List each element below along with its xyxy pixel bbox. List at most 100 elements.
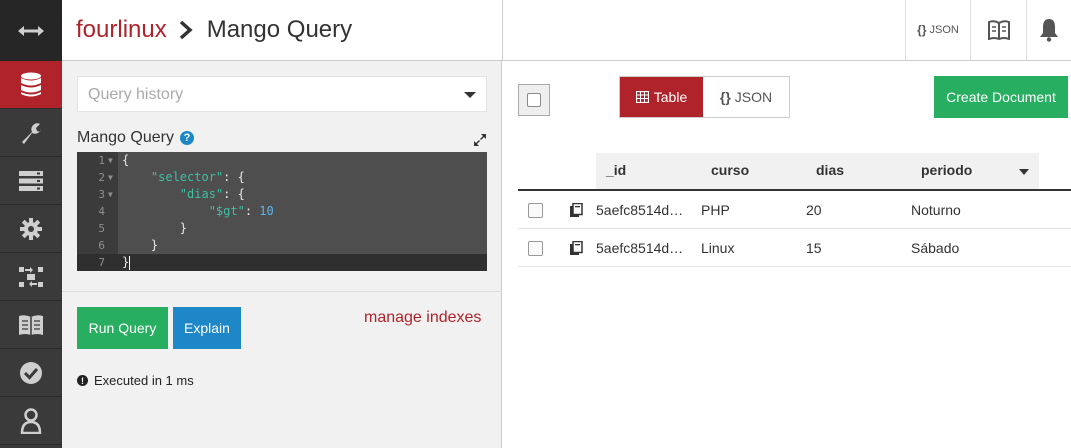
api-url-json-label: JSON — [929, 24, 959, 36]
code-token: { — [122, 153, 130, 167]
tab-table-label: Table — [653, 89, 688, 105]
query-history-select[interactable]: Query history — [77, 76, 487, 112]
notifications-button[interactable] — [1026, 0, 1071, 60]
book-icon — [19, 314, 43, 335]
tab-json-label: JSON — [734, 89, 773, 105]
query-code-editor[interactable]: 1 ▼ { 2 ▼ "selector": { 3 ▼ "dias": { 4 … — [77, 152, 487, 271]
query-history-placeholder: Query history — [88, 86, 184, 103]
nav-rail — [0, 0, 62, 448]
line-number: 5 — [98, 222, 105, 235]
tab-json-view[interactable]: {} JSON — [703, 77, 789, 117]
docs-button[interactable] — [970, 0, 1026, 60]
cell-periodo: Sábado — [911, 240, 960, 256]
nav-item-documentation[interactable] — [0, 301, 62, 349]
code-token: : { — [223, 170, 245, 184]
column-header[interactable]: curso — [711, 162, 749, 178]
line-number: 1 — [98, 154, 105, 167]
tab-table-view[interactable]: Table — [620, 77, 703, 117]
editor-line: 5 } — [77, 220, 487, 237]
explain-button[interactable]: Explain — [173, 307, 241, 349]
code-token: } — [179, 221, 188, 235]
nav-item-configuration[interactable] — [0, 205, 62, 253]
check-circle-icon — [20, 361, 42, 384]
user-icon — [20, 407, 42, 434]
expand-editor-icon[interactable] — [473, 133, 487, 152]
server-icon — [19, 170, 43, 191]
page-title: Mango Query — [206, 16, 353, 43]
line-number: 4 — [98, 205, 105, 218]
cell-dias: 15 — [806, 240, 822, 256]
row-checkbox[interactable] — [528, 241, 543, 256]
view-toggle: Table {} JSON — [619, 76, 790, 118]
column-header[interactable]: dias — [816, 162, 844, 178]
code-token: : { — [223, 187, 245, 201]
nav-item-setup[interactable] — [0, 109, 62, 157]
code-token: } — [122, 255, 130, 269]
cell-dias: 20 — [806, 202, 822, 218]
bell-icon — [1040, 19, 1058, 42]
caret-down-icon — [464, 92, 476, 98]
line-number: 7 — [98, 256, 105, 269]
api-url-json-button[interactable]: {} JSON — [905, 0, 970, 60]
create-document-button[interactable]: Create Document — [934, 76, 1068, 118]
breadcrumb: fourlinux Mango Query — [76, 16, 352, 44]
column-header[interactable]: _id — [606, 162, 626, 178]
braces-icon: {} — [917, 23, 927, 37]
results-panel: Table {} JSON Create Document _id curso … — [503, 61, 1071, 448]
gear-icon — [20, 217, 42, 240]
fold-arrow-icon[interactable]: ▼ — [108, 152, 113, 169]
editor-line: 4 "$gt": 10 — [77, 203, 487, 220]
run-query-button[interactable]: Run Query — [77, 307, 168, 349]
table-header: _id curso dias periodo — [596, 153, 1039, 189]
query-panel: Query history Mango Query ? 1 ▼ { 2 ▼ "s… — [62, 61, 502, 448]
code-token: "dias" — [179, 187, 224, 201]
replication-icon — [19, 266, 43, 287]
manage-indexes-link[interactable]: manage indexes — [364, 309, 481, 327]
code-token: "selector" — [150, 170, 224, 184]
select-all-checkbox[interactable] — [527, 93, 541, 107]
execution-status-text: Executed in 1 ms — [94, 373, 194, 388]
nav-item-databases[interactable] — [0, 61, 62, 109]
wrench-icon — [22, 122, 41, 144]
nav-item-verify[interactable] — [0, 349, 62, 397]
nav-item-replication[interactable] — [0, 253, 62, 301]
toggle-nav-button[interactable] — [0, 0, 62, 61]
column-header[interactable]: periodo — [921, 162, 972, 178]
editor-line: 6 } — [77, 237, 487, 254]
editor-line: 3 ▼ "dias": { — [77, 186, 487, 203]
fold-arrow-icon[interactable]: ▼ — [108, 186, 113, 203]
table-row[interactable]: 5aefc8514d… PHP 20 Noturno — [518, 191, 1071, 229]
nav-item-active-tasks[interactable] — [0, 157, 62, 205]
book-icon — [987, 20, 1010, 40]
row-checkbox[interactable] — [528, 203, 543, 218]
select-all-toggle[interactable] — [518, 84, 550, 116]
table-row[interactable]: 5aefc8514d… Linux 15 Sábado — [518, 229, 1071, 267]
cell-curso: PHP — [701, 202, 730, 218]
cell-id: 5aefc8514d… — [596, 240, 684, 256]
mango-query-label: Mango Query ? — [77, 129, 194, 147]
execution-status: ! Executed in 1 ms — [77, 373, 194, 388]
breadcrumb-database-link[interactable]: fourlinux — [76, 16, 167, 44]
code-token: } — [150, 238, 159, 252]
braces-icon: {} — [719, 89, 731, 105]
table-icon — [635, 91, 649, 103]
nav-item-user[interactable] — [0, 397, 62, 445]
fold-arrow-icon[interactable]: ▼ — [108, 169, 113, 186]
text-cursor — [129, 255, 131, 270]
help-icon[interactable]: ? — [179, 131, 194, 145]
line-number: 2 — [98, 171, 105, 184]
copy-icon[interactable] — [569, 240, 583, 259]
editor-line-active: 7 } — [77, 254, 487, 271]
database-icon — [21, 72, 41, 96]
line-number: 3 — [98, 188, 105, 201]
column-menu-caret-icon[interactable] — [1019, 169, 1029, 175]
chevron-right-icon — [179, 20, 193, 40]
mango-query-label-text: Mango Query — [77, 129, 174, 146]
app-root: fourlinux Mango Query {} JSON Query hist… — [0, 0, 1071, 448]
header-divider — [502, 0, 503, 61]
copy-icon[interactable] — [569, 202, 583, 221]
editor-line: 1 ▼ { — [77, 152, 487, 169]
code-token: 10 — [259, 204, 274, 218]
code-token: "$gt" — [208, 204, 245, 218]
cell-curso: Linux — [701, 240, 735, 256]
